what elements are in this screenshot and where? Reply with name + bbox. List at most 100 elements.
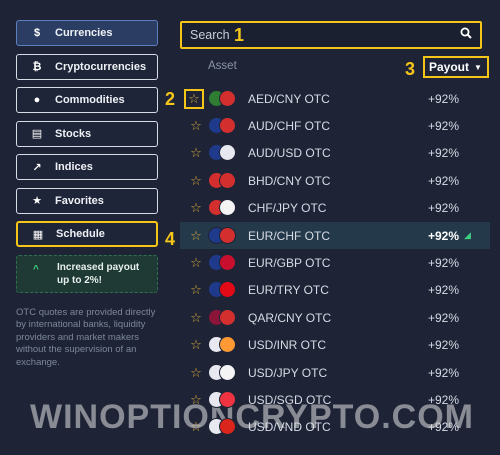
favorite-star-icon[interactable]: ☆ [188, 200, 204, 216]
asset-pair-name: AUD/USD OTC [248, 146, 331, 161]
currency-flags-icon [208, 336, 242, 354]
trend-up-icon: ◢ [464, 230, 471, 241]
trend-icon: ↗ [32, 161, 42, 174]
currency-flags-icon [208, 418, 242, 436]
search-box[interactable]: 1 [180, 21, 482, 49]
currency-flags-icon [208, 363, 242, 382]
favorite-star-icon[interactable]: ☆ [188, 419, 204, 435]
quote-flag-icon [219, 336, 236, 354]
asset-pair-name: EUR/CHF OTC [248, 228, 330, 243]
favorite-star-icon[interactable]: ☆ [188, 145, 204, 161]
quote-flag-icon [219, 226, 236, 244]
asset-row[interactable]: ☆ USD/SGD OTC +92% [180, 386, 490, 413]
asset-pair-name: AED/CNY OTC [248, 91, 330, 106]
asset-payout: +92% [428, 146, 460, 161]
category-currencies[interactable]: $ Currencies [16, 20, 158, 46]
currency-flags-icon [208, 144, 242, 162]
asset-row[interactable]: ☆ AUD/USD OTC +92% [180, 140, 490, 167]
search-icon[interactable] [460, 27, 472, 42]
asset-row[interactable]: ☆ USD/INR OTC +92% [180, 332, 490, 359]
category-commodities[interactable]: ● Commodities [16, 87, 158, 113]
favorite-star-icon[interactable]: ☆ [188, 365, 204, 381]
payout-promo-banner[interactable]: ^ Increased payout up to 2%! [16, 254, 158, 293]
quote-flag-icon [219, 199, 236, 217]
favorite-star-icon[interactable]: ☆ [188, 255, 204, 271]
quote-flag-icon [219, 281, 236, 299]
category-indices[interactable]: ↗ Indices [16, 154, 158, 180]
asset-row[interactable]: ☆ QAR/CNY OTC +92% [180, 304, 490, 331]
dollar-icon: $ [33, 27, 41, 39]
currency-flags-icon [208, 226, 242, 245]
asset-pair-name: USD/VND OTC [248, 420, 331, 435]
favorite-star-icon[interactable]: ☆ [188, 337, 204, 353]
favorite-star-icon[interactable]: ☆ [188, 173, 204, 189]
currency-flags-icon [208, 281, 242, 299]
asset-payout: +92% [428, 256, 460, 271]
asset-payout: +92% [428, 119, 460, 134]
category-stocks[interactable]: ▤ Stocks [16, 120, 158, 147]
favorite-star-icon[interactable]: ☆ [188, 392, 204, 408]
asset-pair-name: BHD/CNY OTC [248, 173, 331, 188]
asset-payout: +92% [428, 228, 460, 243]
search-input[interactable] [190, 28, 230, 42]
asset-payout: +92% [428, 91, 460, 106]
asset-payout: +92% [428, 420, 460, 435]
asset-payout: +92% [428, 310, 460, 325]
asset-row[interactable]: ☆ USD/JPY OTC +92% [180, 359, 490, 386]
currency-flags-icon [208, 117, 242, 135]
bitcoin-icon: ₿ [32, 60, 42, 73]
asset-row[interactable]: ☆ EUR/TRY OTC +92% [180, 277, 490, 304]
quote-flag-icon [219, 308, 236, 326]
chevron-down-icon: ▼ [474, 62, 482, 72]
favorite-star-icon[interactable]: ☆ [188, 228, 204, 244]
favorite-star-icon[interactable]: ☆ [188, 118, 204, 134]
category-label: Schedule [56, 228, 105, 240]
category-label: Favorites [55, 194, 104, 207]
asset-pair-name: QAR/CNY OTC [248, 310, 332, 325]
category-label: Stocks [55, 127, 92, 140]
favorite-star-icon[interactable]: ☆ [188, 282, 204, 298]
asset-pair-name: USD/INR OTC [248, 338, 326, 353]
quote-flag-icon [219, 171, 236, 189]
star-icon: ★ [32, 195, 42, 207]
asset-row[interactable]: ☆ AED/CNY OTC +92% [180, 85, 490, 112]
favorite-star-icon[interactable]: ☆ [188, 310, 204, 326]
payout-sort-button[interactable]: Payout ▼ [423, 56, 489, 78]
category-label: Cryptocurrencies [55, 60, 147, 73]
asset-payout: +92% [428, 173, 460, 188]
asset-payout: +92% [428, 338, 460, 353]
calendar-icon: ▦ [32, 228, 44, 241]
asset-row[interactable]: ☆ EUR/GBP OTC +92% [180, 249, 490, 276]
asset-pair-name: USD/SGD OTC [248, 392, 332, 407]
quote-flag-icon [219, 390, 236, 408]
category-cryptocurrencies[interactable]: ₿ Cryptocurrencies [16, 53, 158, 80]
annotation-2: 2 [165, 89, 176, 109]
asset-payout: +92% [428, 201, 460, 216]
currency-flags-icon [208, 308, 242, 327]
asset-payout: +92% [428, 283, 460, 298]
asset-payout: +92% [428, 392, 460, 407]
asset-row[interactable]: ☆ USD/VND OTC +92% [180, 414, 490, 441]
category-label: Currencies [55, 27, 113, 39]
currency-flags-icon [208, 199, 242, 217]
asset-row[interactable]: ☆ BHD/CNY OTC +92% [180, 167, 490, 194]
category-label: Commodities [55, 94, 125, 106]
annotation-1: 1 [234, 24, 245, 45]
asset-pair-name: EUR/GBP OTC [248, 256, 331, 271]
annotation-3: 3 [405, 59, 416, 79]
asset-row[interactable]: ☆ AUD/CHF OTC +92% [180, 112, 490, 139]
currency-flags-icon [208, 171, 242, 190]
category-label: Indices [55, 161, 93, 173]
annotation-4: 4 [165, 229, 176, 249]
quote-flag-icon [219, 89, 236, 107]
asset-pair-name: EUR/TRY OTC [248, 283, 329, 298]
favorite-star-icon[interactable]: ☆ [184, 88, 204, 109]
quote-flag-icon [219, 254, 236, 272]
category-favorites[interactable]: ★ Favorites [16, 187, 158, 214]
asset-row[interactable]: ☆ EUR/CHF OTC +92% ◢ [180, 221, 490, 250]
drop-icon: ● [33, 94, 41, 106]
asset-list: ☆ AED/CNY OTC +92% ☆ AUD/CHF OTC +92% ☆ AUD/USD… [180, 85, 490, 441]
category-schedule[interactable]: ▦ Schedule [16, 221, 158, 247]
asset-row[interactable]: ☆ CHF/JPY OTC +92% [180, 195, 490, 222]
currency-flags-icon [208, 254, 242, 272]
